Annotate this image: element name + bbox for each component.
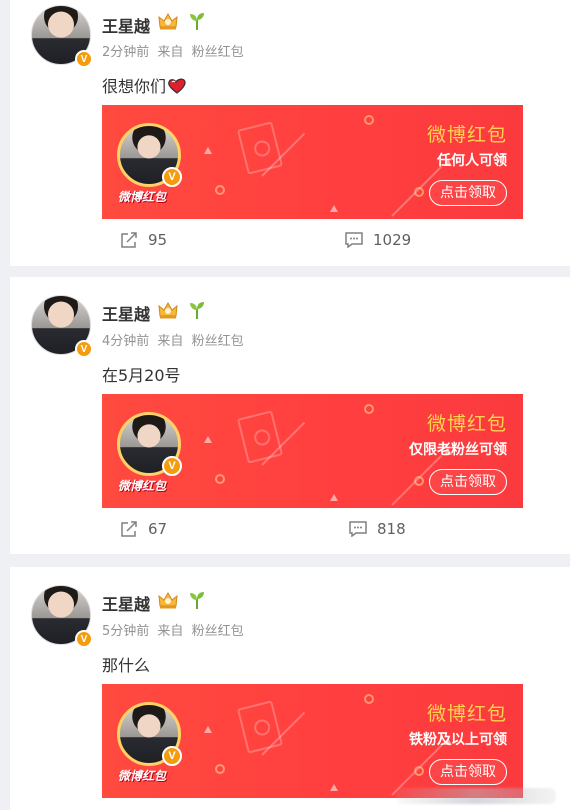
post-text: 很想你们 [102,73,187,97]
repost-button[interactable]: 67 [120,520,167,538]
source-prefix: 来自 [157,624,184,639]
post-meta: 2分钟前 来自 粉丝红包 [102,41,248,60]
username[interactable]: 王星越 [102,591,150,615]
username[interactable]: 王星越 [102,13,150,37]
decoration-ring [364,404,374,414]
decoration-triangle [330,205,338,212]
sprout-icon[interactable] [188,590,206,610]
post-card: V 王星越 4分钟前 来自 粉丝红包 在5月20号 V 微博红包 微博红包 仅限… [10,277,570,554]
post-time[interactable]: 2分钟前 [102,45,149,60]
decoration-ring [364,115,374,125]
comment-button[interactable]: 818 [349,520,406,538]
decoration-ring [215,474,225,484]
watermark [396,788,556,804]
verified-icon: V [75,340,93,358]
card-brand: 微博红包 [118,769,167,783]
avatar[interactable]: V [31,585,93,648]
card-avatar: V [117,412,182,476]
decoration-ring [364,694,374,704]
post-time[interactable]: 4分钟前 [102,334,149,349]
card-avatar: V [117,123,182,187]
post-text-content: 很想你们 [102,77,167,96]
feed: V 王星越 2分钟前 来自 粉丝红包 很想你们 V 微博红包 微博红包 任何人可… [0,0,570,810]
sprout-icon[interactable] [188,300,206,320]
envelope-decoration [236,121,284,175]
decoration-triangle [204,436,212,443]
source-prefix: 来自 [157,45,184,60]
verified-icon: V [75,50,93,68]
post-card: V 王星越 5分钟前 来自 粉丝红包 那什么 V 微博红包 微博红包 铁粉及以上… [10,567,570,810]
post-source[interactable]: 粉丝红包 [192,624,244,639]
card-subtitle: 仅限老粉丝可领 [409,442,507,458]
card-brand: 微博红包 [118,190,167,204]
comment-icon [345,232,363,248]
red-packet-card[interactable]: V 微博红包 微博红包 任何人可领 点击领取 [102,105,523,219]
verified-icon: V [162,167,182,187]
crown-icon[interactable] [157,11,179,31]
decoration-triangle [204,726,212,733]
post-meta: 5分钟前 来自 粉丝红包 [102,620,248,639]
comment-count: 818 [377,520,406,538]
decoration-ring [414,476,424,486]
comment-button[interactable]: 1029 [345,231,411,249]
post-text: 那什么 [102,656,151,675]
claim-button[interactable]: 点击领取 [429,759,507,785]
avatar[interactable]: V [31,295,93,358]
source-prefix: 来自 [157,334,184,349]
card-avatar: V [117,702,182,766]
avatar[interactable]: V [31,5,93,68]
card-title: 微博红包 [426,124,507,146]
comment-count: 1029 [373,231,412,249]
action-bar: 95 1029 [10,231,570,255]
repost-count: 67 [148,520,168,538]
crown-icon[interactable] [157,590,179,610]
share-icon [121,521,137,537]
card-title: 微博红包 [426,703,507,725]
decoration-ring [414,187,424,197]
sprout-icon[interactable] [188,11,206,31]
repost-button[interactable]: 95 [120,231,167,249]
share-icon [121,232,137,248]
decoration-ring [414,766,424,776]
claim-button[interactable]: 点击领取 [429,469,507,495]
post-source[interactable]: 粉丝红包 [192,334,244,349]
decoration-triangle [204,147,212,154]
card-subtitle: 任何人可领 [437,153,507,169]
post-time[interactable]: 5分钟前 [102,624,149,639]
post-meta: 4分钟前 来自 粉丝红包 [102,330,248,349]
decoration-ring [215,185,225,195]
comment-icon [349,521,367,537]
repost-count: 95 [148,231,168,249]
verified-icon: V [75,630,93,648]
crown-icon[interactable] [157,300,179,320]
red-packet-card[interactable]: V 微博红包 微博红包 铁粉及以上可领 点击领取 [102,684,523,798]
action-bar: 67 818 [10,520,570,544]
post-card: V 王星越 2分钟前 来自 粉丝红包 很想你们 V 微博红包 微博红包 任何人可… [10,0,570,266]
post-source[interactable]: 粉丝红包 [192,45,244,60]
decoration-triangle [330,494,338,501]
decoration-triangle [330,784,338,791]
post-text: 在5月20号 [102,366,181,385]
verified-icon: V [162,746,182,766]
card-subtitle: 铁粉及以上可领 [409,732,507,748]
envelope-decoration [236,410,284,464]
decoration-ring [215,764,225,774]
card-title: 微博红包 [426,413,507,435]
verified-icon: V [162,456,182,476]
claim-button[interactable]: 点击领取 [429,180,507,206]
heart-icon [168,78,186,94]
username[interactable]: 王星越 [102,301,150,325]
red-packet-card[interactable]: V 微博红包 微博红包 仅限老粉丝可领 点击领取 [102,394,523,508]
card-brand: 微博红包 [118,479,167,493]
envelope-decoration [236,700,284,754]
